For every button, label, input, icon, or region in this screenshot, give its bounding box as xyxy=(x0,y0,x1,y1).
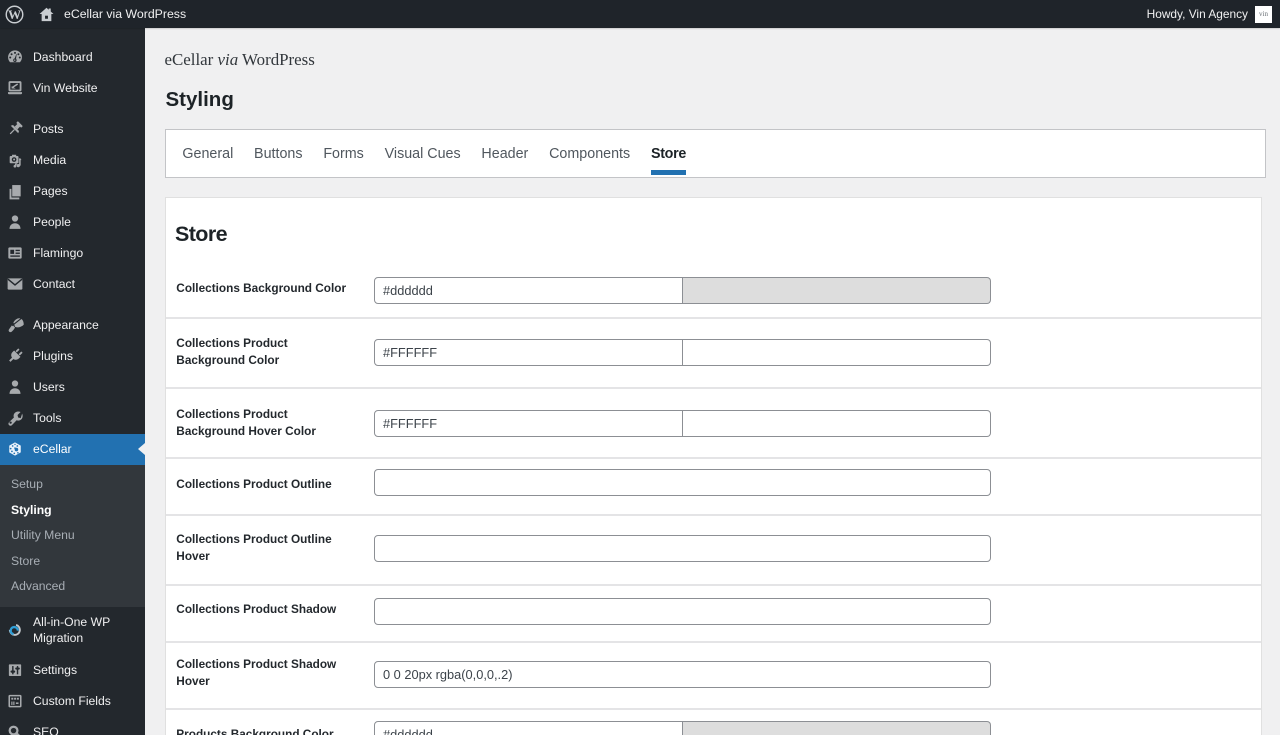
svg-text:W: W xyxy=(8,7,21,22)
